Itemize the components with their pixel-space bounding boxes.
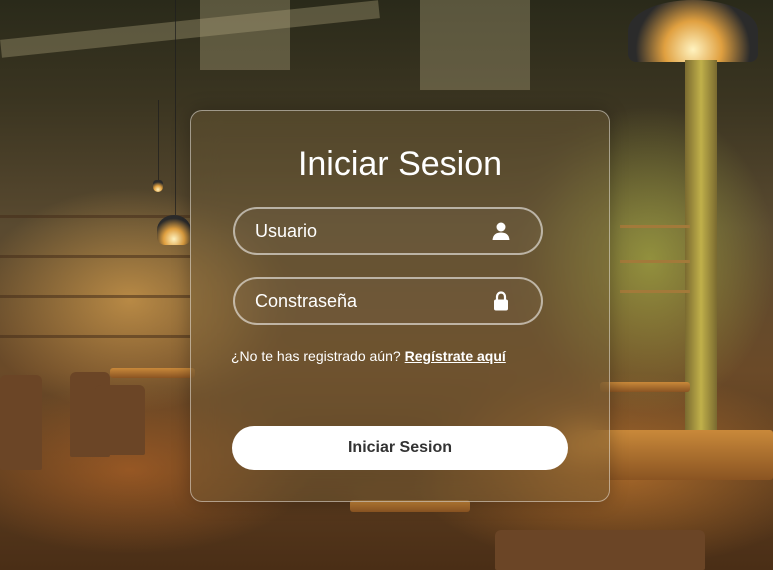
username-input[interactable] (255, 209, 485, 253)
wall-shelf (620, 290, 690, 293)
user-icon (492, 222, 510, 240)
lock-icon (494, 291, 508, 311)
wall-panel-line (0, 255, 190, 258)
register-link[interactable]: Regístrate aquí (405, 348, 506, 364)
lamp-cord (175, 0, 176, 215)
wall-shelf (620, 260, 690, 263)
password-field[interactable] (233, 277, 543, 325)
register-prompt: ¿No te has registrado aún? (231, 348, 401, 364)
login-title: Iniciar Sesion (297, 145, 503, 183)
ceiling-duct (200, 0, 290, 70)
dining-table (110, 368, 195, 378)
wall-panel-line (0, 215, 190, 218)
pendant-lamp (153, 180, 163, 192)
pendant-lamp (157, 215, 191, 245)
register-prompt-line: ¿No te has registrado aún? Regístrate aqu… (231, 348, 506, 364)
login-card: Iniciar Sesion ¿No te has registrado aún… (190, 110, 610, 502)
wall-pillar (685, 60, 717, 430)
login-submit-button[interactable]: Iniciar Sesion (232, 426, 568, 470)
chair (95, 385, 145, 455)
wall-shelf (620, 225, 690, 228)
ceiling-duct (420, 0, 530, 90)
lamp-cord (158, 100, 159, 185)
password-input[interactable] (255, 279, 485, 323)
dining-table (600, 382, 690, 392)
chair (0, 375, 42, 470)
ceiling-duct (0, 0, 380, 58)
username-field[interactable] (233, 207, 543, 255)
wall-panel-line (0, 335, 190, 338)
wall-panel-line (0, 295, 190, 298)
chair (495, 530, 705, 570)
pendant-lamp (628, 0, 758, 62)
